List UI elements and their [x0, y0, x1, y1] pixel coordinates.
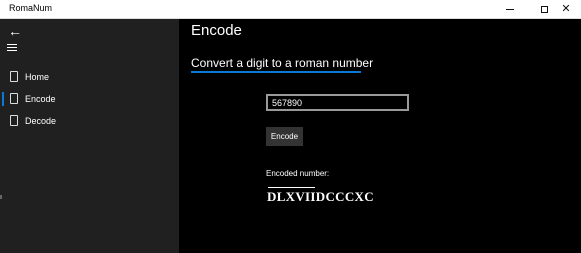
close-button[interactable]: ✕	[549, 0, 581, 18]
nav-item-decode[interactable]: Decode	[0, 111, 179, 131]
app-title: RomaNum	[9, 3, 53, 13]
page-icon	[10, 115, 18, 126]
back-button[interactable]: ←	[6, 22, 24, 40]
menu-button[interactable]	[7, 44, 21, 54]
hamburger-icon-line	[7, 50, 17, 51]
result-label: Encoded number:	[266, 169, 330, 178]
close-icon: ✕	[561, 2, 571, 15]
nav-item-label: Decode	[25, 116, 57, 126]
vinculum-overline	[268, 187, 315, 188]
encode-button[interactable]: Encode	[266, 127, 303, 146]
selection-indicator	[2, 92, 4, 106]
title-bar: RomaNum ✕	[0, 0, 581, 19]
app-window: RomaNum ✕ ← Home Encode Decode Encode Co…	[0, 0, 581, 253]
hamburger-icon-line	[7, 44, 17, 45]
page-icon	[10, 93, 18, 104]
page-title: Encode	[191, 22, 242, 39]
number-input[interactable]	[266, 94, 409, 111]
nav-item-encode[interactable]: Encode	[0, 89, 179, 109]
nav-item-label: Home	[25, 72, 50, 82]
nav-item-label: Encode	[25, 94, 56, 104]
hamburger-icon-line	[7, 47, 17, 48]
heading-underline	[191, 71, 361, 73]
minimize-button[interactable]	[493, 0, 527, 18]
roman-result: DLXVIIDCCCXC	[267, 189, 374, 204]
navigation-pane: ← Home Encode Decode	[0, 19, 179, 253]
main-content: Encode Convert a digit to a roman number…	[179, 19, 581, 253]
back-arrow-icon: ←	[8, 23, 22, 39]
section-heading: Convert a digit to a roman number	[191, 56, 374, 70]
resize-handle[interactable]	[0, 195, 2, 199]
nav-item-home[interactable]: Home	[0, 67, 179, 87]
minimize-icon	[506, 8, 514, 10]
maximize-icon	[540, 5, 548, 13]
page-icon	[10, 71, 18, 82]
